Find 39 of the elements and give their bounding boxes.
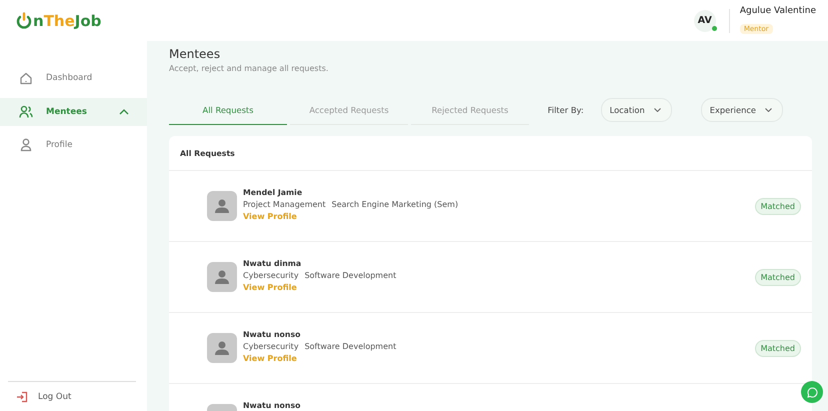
skill-text: Project Management [243,200,326,209]
filter-tab[interactable]: Rejected Requests [411,96,529,124]
chevron-down-icon [654,108,661,112]
chevron-up-icon [119,108,129,114]
person-silhouette-icon [214,341,230,355]
logout-icon [16,391,28,403]
chevron-down-icon [765,108,772,112]
person-icon [18,137,34,153]
view-profile-link[interactable]: View Profile [243,212,297,221]
filter-label: Filter By: [548,105,584,115]
page-subtitle: Accept, reject and manage all requests. [169,64,330,73]
skill-text: Software Development [304,271,396,280]
person-silhouette-icon [214,270,230,284]
logout-link[interactable]: Log Out [38,392,72,402]
filter-dropdown[interactable]: Experience [700,98,783,122]
view-profile-link[interactable]: View Profile [243,283,297,292]
person-silhouette-icon [214,199,230,213]
skill-text: Cybersecurity [243,271,299,280]
filter-tab[interactable]: All Requests [169,96,287,124]
nav-item[interactable]: Mentees [0,98,147,126]
nav-item[interactable]: Dashboard [0,64,147,92]
people-icon [18,104,34,120]
view-profile-link[interactable]: View Profile [243,354,297,363]
user-name: Agulue Valentine [740,6,816,16]
logo[interactable]: nTheJob [16,12,102,30]
status-badge: Matched [754,198,801,215]
status-badge: Matched [754,340,801,357]
page-title: Mentees [169,47,222,61]
filter-dropdown[interactable]: Location [600,98,672,122]
power-icon [16,12,32,29]
chat-bubble-icon [806,386,818,398]
status-badge: Matched [754,269,801,286]
home-icon [18,70,34,86]
filter-tab[interactable]: Accepted Requests [290,96,408,124]
skill-text: Software Development [304,342,396,351]
user-avatar[interactable]: AV [694,10,716,32]
skill-text: Search Engine Marketing (Sem) [332,200,458,209]
nav-item[interactable]: Profile [0,131,147,159]
skill-text: Cybersecurity [243,342,299,351]
